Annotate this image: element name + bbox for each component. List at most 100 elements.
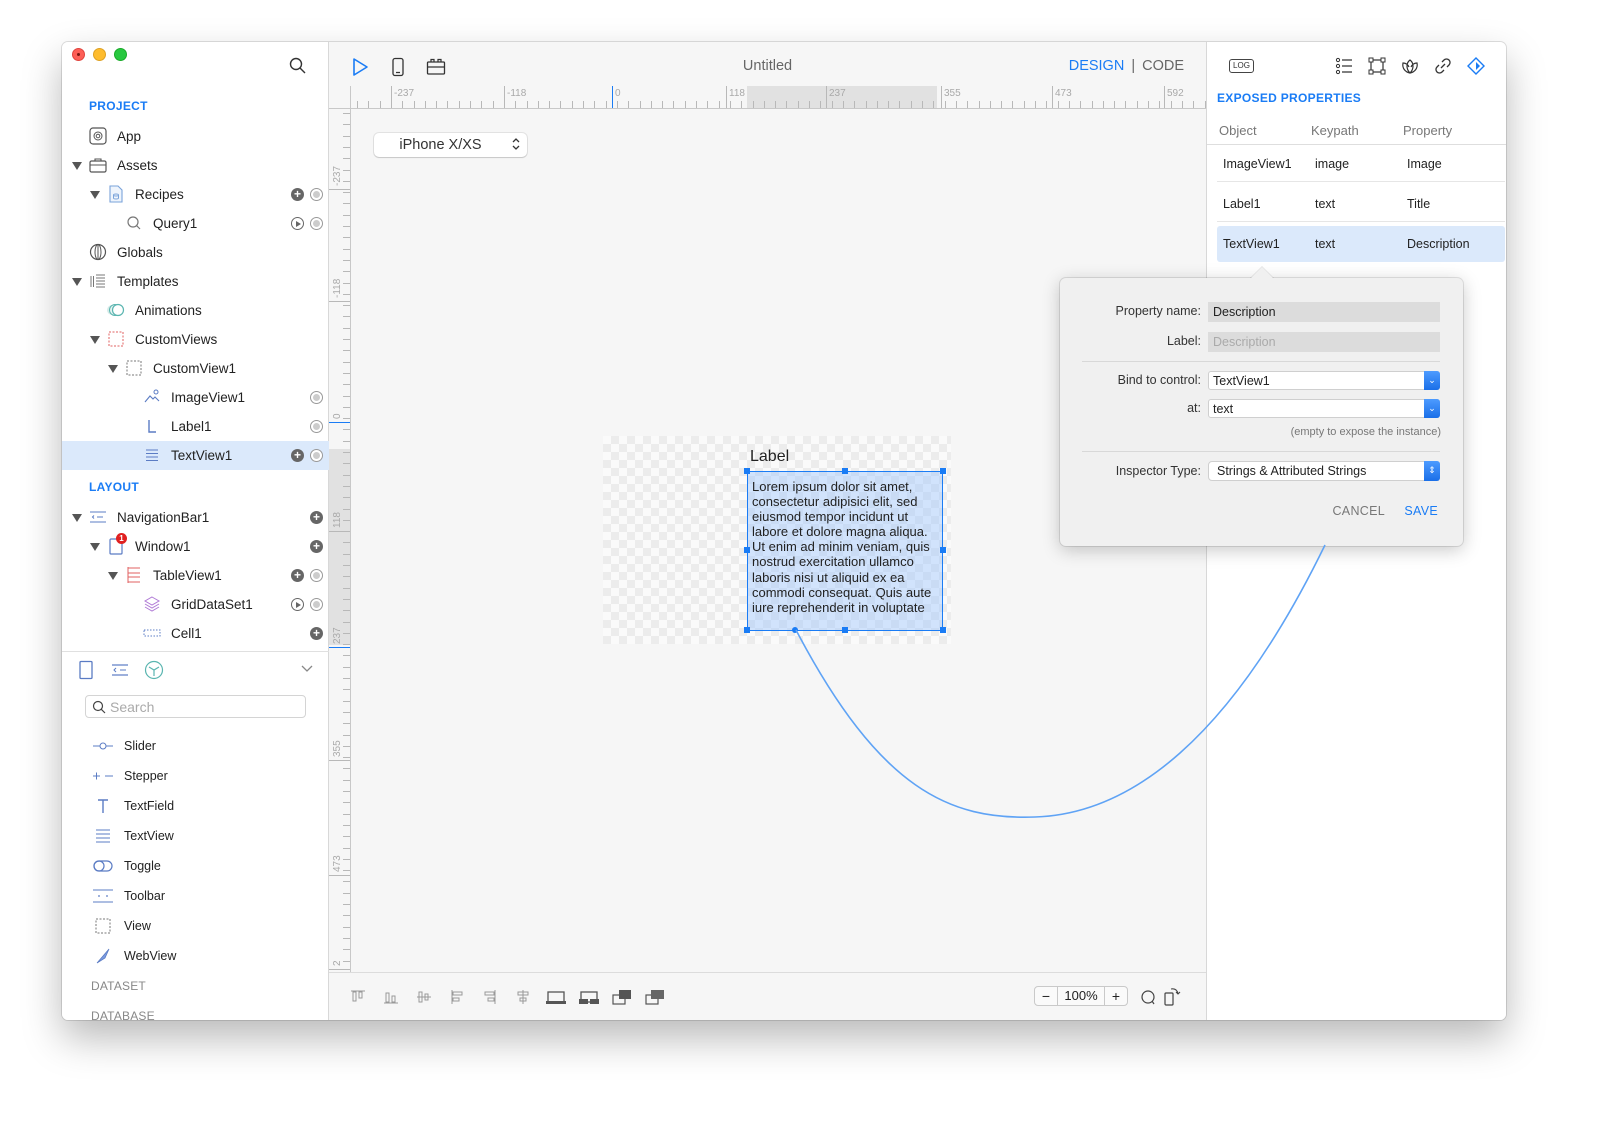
zoom-window-button[interactable] (114, 48, 127, 61)
tree-item-imageview1[interactable]: ImageView1 (62, 383, 329, 412)
disclosure-triangle-icon[interactable] (90, 336, 100, 344)
binding-connector-handle[interactable] (792, 627, 798, 633)
toggle-button[interactable] (310, 569, 323, 582)
align-top-icon[interactable] (347, 987, 369, 1007)
disclosure-triangle-icon[interactable] (90, 543, 100, 551)
toggle-button[interactable] (310, 449, 323, 462)
design-mode-button[interactable]: DESIGN (1069, 58, 1125, 74)
code-mode-button[interactable]: CODE (1142, 58, 1184, 74)
library-item-toolbar[interactable]: Toolbar (92, 881, 165, 911)
resize-handle[interactable] (842, 468, 848, 474)
library-item-slider[interactable]: Slider (92, 731, 156, 761)
disclosure-triangle-icon[interactable] (72, 514, 82, 522)
tree-item-customview1[interactable]: CustomView1 (62, 354, 329, 383)
embed-in-stack-icon[interactable] (578, 987, 600, 1007)
tree-item-textview1[interactable]: TextView1 + (62, 441, 329, 470)
resize-handle[interactable] (940, 547, 946, 553)
bring-forward-icon[interactable] (611, 987, 633, 1007)
column-header-object[interactable]: Object (1219, 123, 1257, 138)
resize-handle[interactable] (744, 468, 750, 474)
library-item-stepper[interactable]: Stepper (92, 761, 168, 791)
device-tab-icon[interactable] (76, 660, 96, 680)
disclosure-triangle-icon[interactable] (108, 365, 118, 373)
add-button[interactable]: + (310, 511, 323, 524)
textview-element[interactable]: Lorem ipsum dolor sit amet, consectetur … (747, 471, 943, 631)
run-query-button[interactable] (291, 217, 304, 230)
align-vertical-center-icon[interactable] (413, 987, 435, 1007)
disclosure-triangle-icon[interactable] (72, 162, 82, 170)
controls-tab-icon[interactable] (110, 660, 130, 680)
resize-handle[interactable] (744, 547, 750, 553)
library-item-textfield[interactable]: TextField (92, 791, 174, 821)
add-button[interactable]: + (310, 627, 323, 640)
align-bottom-icon[interactable] (380, 987, 402, 1007)
resize-handle[interactable] (842, 627, 848, 633)
resize-handle[interactable] (940, 468, 946, 474)
resize-handle[interactable] (940, 627, 946, 633)
tree-item-tableview1[interactable]: TableView1 + (62, 561, 329, 590)
toggle-button[interactable] (310, 391, 323, 404)
minimize-window-button[interactable] (93, 48, 106, 61)
rotate-device-icon[interactable] (1163, 986, 1181, 1006)
toggle-button[interactable] (310, 217, 323, 230)
bring-to-front-icon[interactable] (644, 987, 666, 1007)
bind-to-control-select[interactable]: TextView1 ⌄ (1208, 371, 1440, 390)
tree-item-window1[interactable]: 1 Window1 + (62, 532, 329, 561)
library-item-view[interactable]: View (92, 911, 151, 941)
exposed-properties-icon[interactable] (1466, 56, 1486, 76)
chevron-down-icon[interactable] (300, 661, 314, 675)
column-header-keypath[interactable]: Keypath (1311, 123, 1359, 138)
align-right-icon[interactable] (479, 987, 501, 1007)
library-item-toggle[interactable]: Toggle (92, 851, 161, 881)
add-button[interactable]: + (291, 449, 304, 462)
tree-item-globals[interactable]: Globals (62, 238, 329, 267)
tree-item-animations[interactable]: Animations (62, 296, 329, 325)
align-left-icon[interactable] (446, 987, 468, 1007)
search-icon[interactable] (288, 56, 308, 76)
tree-item-cell1[interactable]: Cell1 + (62, 619, 329, 648)
tree-item-customviews[interactable]: CustomViews (62, 325, 329, 354)
library-item-textview[interactable]: TextView (92, 821, 174, 851)
frame-inspector-icon[interactable] (1367, 56, 1387, 76)
toggle-button[interactable] (310, 598, 323, 611)
cancel-button[interactable]: CANCEL (1332, 504, 1385, 518)
keypath-select[interactable]: text ⌄ (1208, 399, 1440, 418)
library-item-webview[interactable]: WebView (92, 941, 176, 971)
tree-item-templates[interactable]: Templates (62, 267, 329, 296)
column-header-property[interactable]: Property (1403, 123, 1452, 138)
zoom-in-button[interactable]: + (1105, 987, 1127, 1005)
toggle-button[interactable] (310, 188, 323, 201)
speech-bubble-icon[interactable] (1139, 986, 1157, 1006)
zoom-out-button[interactable]: − (1035, 987, 1057, 1005)
run-query-button[interactable] (291, 598, 304, 611)
tree-item-navigationbar1[interactable]: NavigationBar1 + (62, 503, 329, 532)
add-button[interactable]: + (310, 540, 323, 553)
list-inspector-icon[interactable] (1334, 56, 1354, 76)
disclosure-triangle-icon[interactable] (72, 278, 82, 286)
inspector-type-select[interactable]: Strings & Attributed Strings ⇕ (1208, 461, 1440, 481)
toggle-button[interactable] (310, 420, 323, 433)
add-button[interactable]: + (291, 569, 304, 582)
disclosure-triangle-icon[interactable] (108, 572, 118, 580)
link-inspector-icon[interactable] (1433, 56, 1453, 76)
tree-item-recipes[interactable]: Recipes + (62, 180, 329, 209)
device-selector[interactable]: iPhone X/XS (374, 133, 527, 157)
library-search-field[interactable] (85, 695, 306, 718)
tree-item-query1[interactable]: Query1 (62, 209, 329, 238)
embed-in-view-icon[interactable] (545, 987, 567, 1007)
library-search-input[interactable] (110, 698, 290, 715)
library-category-database[interactable]: DATABASE (91, 1009, 155, 1020)
tree-item-assets[interactable]: Assets (62, 151, 329, 180)
exposed-property-row[interactable]: Label1 text Title (1217, 186, 1505, 222)
save-button[interactable]: SAVE (1404, 504, 1438, 518)
exposed-property-row[interactable]: ImageView1 image Image (1217, 146, 1505, 182)
zoom-level[interactable]: 100% (1057, 987, 1105, 1005)
disclosure-triangle-icon[interactable] (90, 191, 100, 199)
tree-item-label1[interactable]: Label1 (62, 412, 329, 441)
log-button[interactable]: LOG (1229, 59, 1254, 73)
label-element[interactable]: Label (750, 448, 789, 466)
tree-item-app[interactable]: App (62, 122, 329, 151)
align-horizontal-center-icon[interactable] (512, 987, 534, 1007)
objects-tab-icon[interactable] (144, 660, 164, 680)
close-window-button[interactable] (72, 48, 85, 61)
